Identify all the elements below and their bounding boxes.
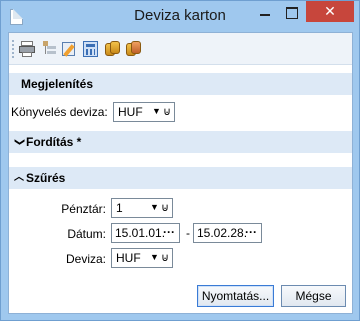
coins-icon[interactable] <box>104 40 122 58</box>
clip-icon[interactable]: ⊍ <box>161 251 169 264</box>
edit-icon[interactable] <box>61 40 79 58</box>
display-section-header: Megjelenítés <box>9 73 352 95</box>
filter-section-title: Szűrés <box>26 171 66 185</box>
chevron-down-icon: ▼ <box>150 202 159 212</box>
close-icon: ✕ <box>324 3 336 19</box>
date-picker-icon[interactable]: ··· <box>163 225 175 239</box>
chevron-up-icon: ︿ <box>14 172 24 183</box>
date-label: Dátum: <box>67 227 106 241</box>
toolbar-grip[interactable] <box>12 40 15 58</box>
close-button[interactable]: ✕ <box>306 1 354 22</box>
accounting-currency-select[interactable]: HUF ▼ ⊍ <box>113 102 175 122</box>
calculator-icon[interactable] <box>82 40 100 58</box>
client-area: Megjelenítés Könyvelés deviza: HUF ▼ ⊍ ❯… <box>8 32 353 314</box>
cashdesk-label: Pénztár: <box>61 202 106 216</box>
chevron-down-icon: ▼ <box>150 252 159 262</box>
cashdesk-value: 1 <box>116 201 123 215</box>
translation-section-title: Fordítás * <box>26 135 82 149</box>
accounting-currency-value: HUF <box>118 105 143 119</box>
toolbar <box>9 33 352 65</box>
date-picker-icon[interactable]: ··· <box>245 225 257 239</box>
date-to-field[interactable]: 15.02.28. ··· <box>193 223 262 243</box>
date-from-value: 15.01.01. <box>115 226 166 240</box>
currency-label: Deviza: <box>65 252 106 266</box>
tree-icon[interactable] <box>41 40 59 58</box>
date-range-separator: - <box>186 226 190 240</box>
cashdesk-select[interactable]: 1 ▼ ⊍ <box>111 198 173 218</box>
chevron-down-icon: ▼ <box>152 106 161 116</box>
date-to-value: 15.02.28. <box>197 226 248 240</box>
date-from-field[interactable]: 15.01.01. ··· <box>111 223 180 243</box>
clip-icon[interactable]: ⊍ <box>163 105 171 118</box>
clip-icon[interactable]: ⊍ <box>161 201 169 214</box>
currency-select[interactable]: HUF ▼ ⊍ <box>111 248 173 268</box>
coins-export-icon[interactable] <box>125 40 143 58</box>
minimize-button[interactable] <box>251 1 278 23</box>
print-button[interactable]: Nyomtatás... <box>197 285 274 307</box>
dialog-window: Deviza karton ✕ Megjelenítés Könyvelés d… <box>0 0 360 321</box>
printer-icon[interactable] <box>19 40 37 58</box>
maximize-button[interactable] <box>278 1 305 23</box>
accounting-currency-label: Könyvelés deviza: <box>11 105 108 119</box>
currency-value: HUF <box>116 251 141 265</box>
title-bar[interactable]: Deviza karton ✕ <box>1 1 359 33</box>
cancel-button[interactable]: Mégse <box>281 285 346 307</box>
filter-section-header[interactable]: ︿ Szűrés <box>9 167 352 189</box>
display-section-title: Megjelenítés <box>21 77 94 91</box>
translation-section-header[interactable]: ❯ Fordítás * <box>9 131 352 153</box>
